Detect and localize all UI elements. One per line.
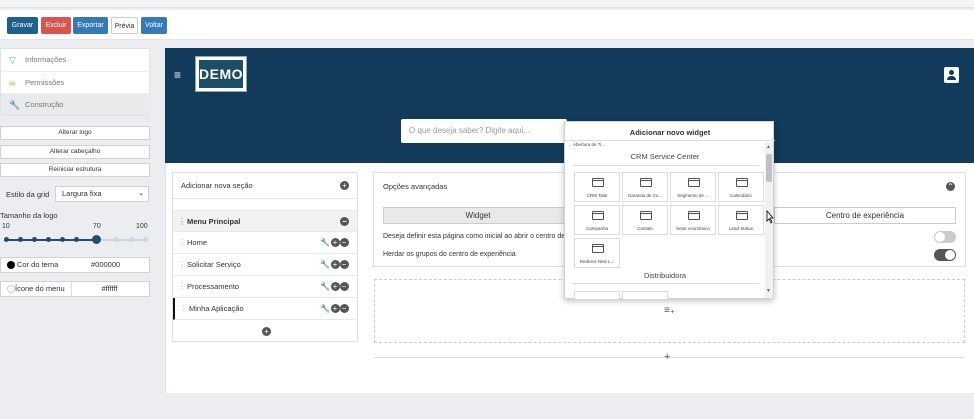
menu-icon-color-field[interactable]: Ícone do menu #ffffff [0, 281, 150, 297]
widget-partial-label: Abertura de Ti... [573, 142, 606, 147]
widget-tile[interactable]: Segmento de ... [670, 172, 716, 202]
menu-item-row[interactable]: ⋮ Solicitar Serviço 🔧 + − [173, 254, 357, 276]
user-icon[interactable] [944, 67, 959, 83]
grid-style-value: Largura fixa [62, 189, 102, 198]
menu-icon-swatch [7, 285, 15, 293]
widget-group-title: CRM Service Center [630, 152, 700, 161]
mouse-cursor-icon [766, 209, 774, 224]
widget-tile[interactable]: Lead Status [718, 205, 764, 235]
sidebar-item-informacoes[interactable]: ▽ Informações [1, 49, 150, 71]
sidebar-item-label: Informações [25, 55, 67, 64]
widget-tile[interactable]: Contato [622, 205, 668, 235]
link-icon: ∞ [9, 78, 16, 88]
slider-value: 70 [93, 223, 101, 230]
add-section-row: Adicionar nova seção + [173, 173, 357, 199]
item-actions[interactable]: 🔧 + − [320, 232, 349, 254]
menu-item-label: Minha Aplicação [189, 304, 244, 313]
main-menu-row: ⋮ Menu Principal − [173, 210, 357, 232]
toolbar: Gravar Excluir Exportar Prévia Voltar [0, 10, 974, 40]
theme-color-swatch [7, 261, 15, 269]
menu-item-label: Processamento [187, 282, 240, 291]
menu-item-row[interactable]: ⋮ Home 🔧 + − [173, 232, 357, 254]
menu-icon-label: Ícone do menu [15, 284, 65, 293]
menu-icon-value: #ffffff [71, 282, 147, 296]
widget-tile[interactable] [574, 291, 620, 299]
slider-min: 10 [2, 223, 10, 230]
item-actions[interactable]: 🔧 + − [320, 254, 349, 276]
add-section-label: Adicionar nova seção [181, 181, 253, 190]
grid-style-label: Estilo da grid [6, 190, 50, 199]
theme-color-value: #000000 [91, 260, 121, 269]
menu-item-row[interactable]: ⋮ Minha Aplicação 🔧 + − [173, 298, 357, 320]
drag-handle-icon[interactable]: ⋮ [178, 254, 186, 276]
add-widget-icon[interactable]: ≡₊ [664, 305, 675, 316]
slider-handle[interactable] [92, 235, 101, 244]
start-page-toggle[interactable] [934, 231, 956, 243]
add-row-icon[interactable]: + [664, 351, 670, 363]
sidebar-menu: ▽ Informações ∞ Permissões 🔧 Construção [0, 48, 150, 116]
menu-item-label: Home [187, 238, 208, 247]
widget-tile[interactable]: Redirect New L... [574, 238, 620, 268]
item-actions[interactable]: 🔧 + − [320, 298, 349, 320]
chevron-down-icon: ⌄ [138, 190, 144, 197]
logo[interactable]: DEMO [195, 56, 247, 92]
menu-item-label: Solicitar Serviço [187, 260, 241, 269]
inherit-groups-toggle[interactable] [934, 249, 956, 261]
popup-title: Adicionar novo widget [629, 128, 711, 137]
search-input[interactable]: O que deseja saber? Digite aqui... [401, 119, 567, 143]
add-item-icon[interactable]: + [262, 327, 271, 336]
menu-item-row[interactable]: ⋮ Processamento 🔧 + − [173, 276, 357, 298]
widget-tile[interactable]: Garantia de Co... [622, 172, 668, 202]
sidebar-item-label: Construção [25, 100, 64, 109]
drag-handle-icon[interactable]: ⋮ [178, 276, 186, 298]
widget-group-title: Distribuidora [643, 271, 687, 280]
sidebar-item-label: Permissões [25, 78, 65, 87]
logo-text: DEMO [199, 60, 243, 88]
back-button[interactable]: Voltar [141, 17, 167, 34]
slider-max: 100 [136, 223, 148, 230]
change-header-button[interactable]: Alterar cabeçalho [0, 145, 150, 159]
widget-tile[interactable]: Setor econômico [670, 205, 716, 235]
sections-panel: Adicionar nova seção + ⋮ Menu Principal … [172, 172, 358, 342]
hamburger-icon[interactable]: ≡ [174, 68, 181, 82]
logo-size-label: Tamanho da logo [0, 211, 58, 220]
export-button[interactable]: Exportar [73, 17, 108, 34]
top-strip [0, 0, 974, 8]
add-section-icon[interactable]: + [340, 181, 349, 190]
drag-handle-icon[interactable]: ⋮ [178, 211, 186, 233]
tab-widget[interactable]: Widget [383, 207, 573, 224]
grid-style-select[interactable]: Largura fixa ⌄ [55, 186, 149, 202]
option-inherit-groups-label: Herdar os grupos do centro de experiênci… [383, 251, 516, 258]
advanced-title: Opções avançadas [383, 182, 448, 191]
logo-size-slider[interactable] [4, 235, 148, 244]
delete-button[interactable]: Excluir [41, 17, 71, 34]
item-actions[interactable]: 🔧 + − [320, 276, 349, 298]
widget-tile[interactable] [622, 291, 668, 299]
collapse-icon[interactable]: − [340, 217, 349, 226]
sidebar-item-permissoes[interactable]: ∞ Permissões [1, 71, 150, 93]
widget-tile[interactable]: Calendário [718, 172, 764, 202]
theme-color-field[interactable]: Cor do tema #000000 [0, 257, 150, 273]
funnel-icon: ▽ [9, 55, 16, 65]
theme-color-label: Cor do tema [17, 260, 59, 269]
tab-experience-center[interactable]: Centro de experiência [774, 207, 956, 224]
change-logo-button[interactable]: Alterar logo [0, 126, 150, 140]
drag-handle-icon[interactable]: ⋮ [178, 232, 186, 254]
save-button[interactable]: Gravar [7, 17, 38, 34]
option-start-page-label: Deseja definir esta página como inicial … [383, 233, 566, 240]
chevron-up-icon[interactable]: ⌃ [946, 182, 955, 191]
preview-button[interactable]: Prévia [111, 17, 138, 34]
add-widget-popup: Adicionar novo widget Abertura de Ti... … [564, 121, 775, 299]
widget-tile[interactable]: CRM Task [574, 172, 620, 202]
drag-handle-icon[interactable]: ⋮ [180, 298, 188, 320]
reset-structure-button[interactable]: Reiniciar estrutura [0, 163, 150, 177]
main-menu-title: Menu Principal [187, 217, 241, 226]
widget-tile[interactable]: Campanha [574, 205, 620, 235]
sidebar-item-construcao[interactable]: 🔧 Construção [1, 93, 150, 115]
wrench-icon: 🔧 [9, 100, 21, 110]
